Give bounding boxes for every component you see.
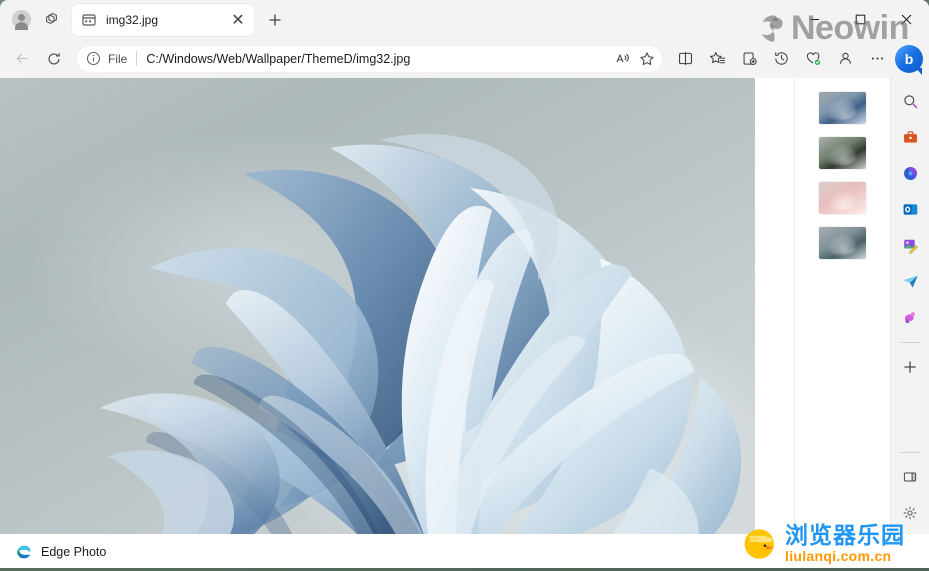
more-options-button[interactable] bbox=[862, 44, 892, 74]
outlook-icon bbox=[903, 203, 917, 215]
profile-avatar[interactable] bbox=[6, 5, 36, 35]
tab-close-button[interactable]: ✕ bbox=[228, 10, 248, 30]
thumbnail-item[interactable] bbox=[819, 92, 866, 124]
split-screen-button[interactable] bbox=[670, 44, 700, 74]
window-controls bbox=[791, 0, 929, 39]
games-icon bbox=[904, 311, 915, 323]
add-favorite-button[interactable] bbox=[635, 47, 659, 71]
copilot-button[interactable]: b bbox=[895, 44, 923, 75]
plus-icon bbox=[269, 14, 281, 25]
copilot-icon bbox=[903, 166, 917, 180]
sidebar-item-outlook[interactable] bbox=[895, 194, 925, 224]
minimize-button[interactable] bbox=[791, 0, 837, 39]
search-icon bbox=[903, 94, 917, 108]
profile-button[interactable] bbox=[830, 44, 860, 74]
collections-icon bbox=[743, 52, 757, 65]
desktop-background: img32.jpg ✕ File C:/Windows/Web/Wallpape… bbox=[0, 0, 929, 571]
favorites-button[interactable] bbox=[702, 44, 732, 74]
read-aloud-icon bbox=[616, 53, 629, 62]
send-icon bbox=[902, 275, 918, 287]
url-scheme-label: File bbox=[108, 51, 128, 66]
profile-icon bbox=[839, 52, 851, 64]
workspaces-button[interactable] bbox=[36, 5, 66, 35]
tab-title: img32.jpg bbox=[106, 12, 159, 27]
status-bar: Edge Photo bbox=[0, 534, 929, 568]
maximize-icon bbox=[855, 14, 865, 25]
history-button[interactable] bbox=[766, 44, 796, 74]
sidebar-settings-button[interactable] bbox=[895, 498, 925, 528]
thumbnail-item[interactable] bbox=[819, 227, 866, 259]
star-icon bbox=[640, 51, 654, 65]
back-arrow-icon bbox=[16, 53, 28, 64]
read-aloud-button[interactable] bbox=[611, 47, 635, 71]
sidebar-item-tools[interactable] bbox=[895, 122, 925, 152]
heart-shield-icon bbox=[806, 52, 820, 65]
new-tab-button[interactable] bbox=[260, 5, 290, 35]
panel-icon bbox=[903, 472, 917, 482]
photo-icon bbox=[82, 13, 96, 26]
sidebar-item-games[interactable] bbox=[895, 302, 925, 332]
close-icon bbox=[901, 14, 911, 25]
browser-tab[interactable]: img32.jpg ✕ bbox=[72, 3, 254, 36]
briefcase-icon bbox=[903, 130, 917, 143]
address-actions bbox=[611, 47, 659, 71]
gear-icon bbox=[903, 506, 917, 520]
content-area bbox=[0, 78, 929, 534]
image-edit-icon bbox=[903, 239, 918, 254]
sidebar-customize-button[interactable] bbox=[895, 462, 925, 492]
address-divider bbox=[136, 51, 138, 66]
refresh-button[interactable] bbox=[39, 44, 69, 74]
browser-toolbar: File C:/Windows/Web/Wallpaper/ThemeD/img… bbox=[0, 39, 929, 78]
copilot-label: b bbox=[904, 50, 914, 67]
thumbnail-item[interactable] bbox=[819, 182, 866, 214]
sidebar-add-button[interactable] bbox=[895, 352, 925, 382]
close-button[interactable] bbox=[883, 0, 929, 39]
refresh-icon bbox=[48, 52, 60, 64]
split-screen-icon bbox=[678, 52, 692, 65]
address-bar[interactable]: File C:/Windows/Web/Wallpaper/ThemeD/img… bbox=[76, 44, 663, 73]
edge-logo bbox=[17, 545, 31, 558]
photo-viewer-page bbox=[0, 78, 890, 534]
favorites-list-icon bbox=[709, 52, 725, 64]
tab-strip: img32.jpg ✕ bbox=[0, 0, 929, 39]
sidebar-item-image-edit[interactable] bbox=[895, 230, 925, 260]
photo-canvas[interactable] bbox=[0, 78, 755, 534]
workspaces-icon bbox=[45, 12, 57, 24]
wallpaper-image bbox=[0, 78, 755, 534]
thumbnail-item[interactable] bbox=[819, 137, 866, 169]
back-button[interactable] bbox=[7, 44, 37, 74]
plus-icon bbox=[904, 361, 916, 373]
info-icon bbox=[86, 51, 101, 66]
more-icon bbox=[871, 57, 883, 60]
history-icon bbox=[774, 52, 788, 65]
avatar-icon bbox=[11, 10, 31, 30]
collections-button[interactable] bbox=[734, 44, 764, 74]
thumbnail-rail bbox=[794, 78, 890, 534]
browser-window: img32.jpg ✕ File C:/Windows/Web/Wallpape… bbox=[0, 0, 929, 568]
edge-sidebar bbox=[890, 78, 929, 534]
sidebar-item-copilot[interactable] bbox=[895, 158, 925, 188]
sidebar-divider bbox=[900, 342, 920, 343]
status-app-name: Edge Photo bbox=[41, 544, 107, 559]
bloom-artwork bbox=[100, 134, 742, 534]
browser-essentials-button[interactable] bbox=[798, 44, 828, 74]
sidebar-item-send[interactable] bbox=[895, 266, 925, 296]
sidebar-divider-bottom bbox=[900, 452, 920, 453]
maximize-button[interactable] bbox=[837, 0, 883, 39]
url-text: C:/Windows/Web/Wallpaper/ThemeD/img32.jp… bbox=[146, 51, 411, 66]
minimize-icon bbox=[809, 19, 819, 20]
sidebar-item-search[interactable] bbox=[895, 86, 925, 116]
